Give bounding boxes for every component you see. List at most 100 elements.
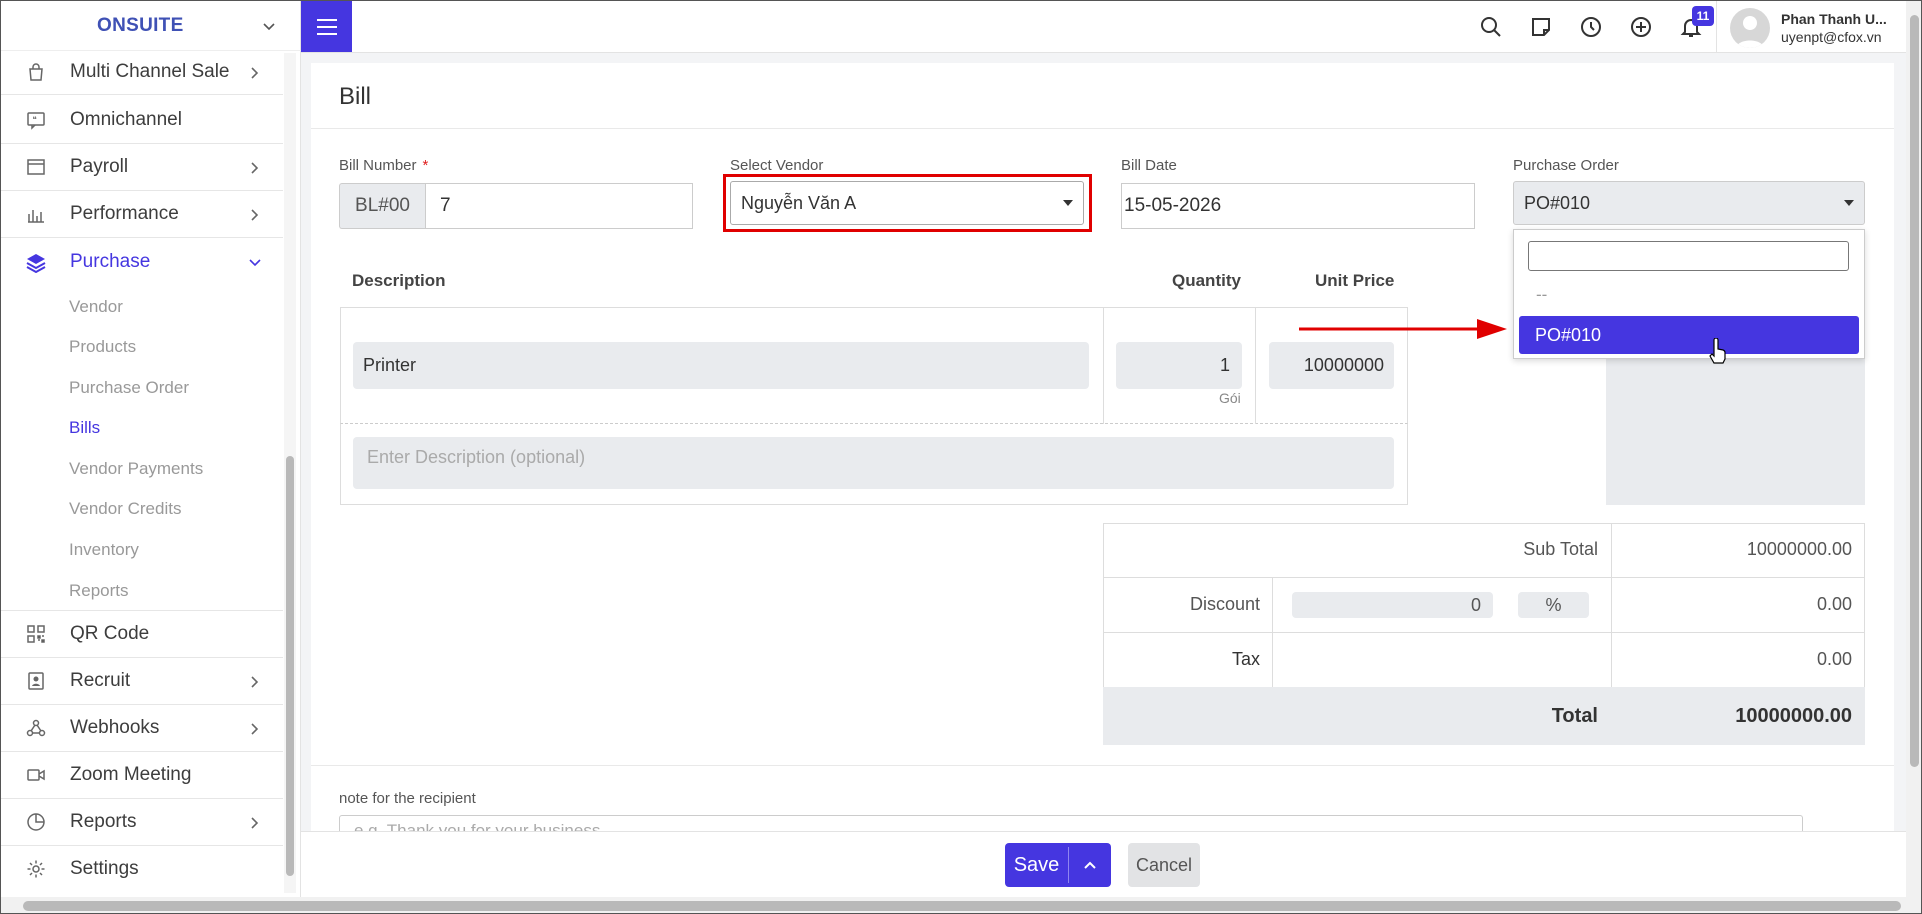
submenu-vendor[interactable]: Vendor (69, 297, 123, 317)
sidebar-item-label: Reports (70, 811, 137, 832)
divider (311, 128, 1894, 129)
divider (311, 765, 1894, 766)
avatar[interactable] (1730, 8, 1770, 48)
cancel-button[interactable]: Cancel (1128, 843, 1200, 887)
bar-chart-icon (25, 203, 47, 225)
dropdown-option-po[interactable]: PO#010 (1519, 316, 1859, 354)
sidebar-item-payroll[interactable]: Payroll (1, 144, 283, 191)
column-header-unit-price: Unit Price (1315, 271, 1395, 290)
sidebar-item-label: Recruit (70, 670, 131, 691)
chevron-down-icon[interactable] (261, 18, 277, 34)
clock-icon[interactable] (1580, 16, 1602, 38)
item-quantity-input[interactable]: 1 (1116, 342, 1242, 389)
horizontal-scroll-thumb[interactable] (23, 901, 1901, 911)
discount-input[interactable]: 0 (1292, 592, 1493, 618)
qr-code-icon (25, 623, 47, 645)
item-description-input[interactable]: Printer (353, 342, 1089, 389)
submenu-inventory[interactable]: Inventory (69, 540, 139, 560)
user-silhouette-icon (1736, 16, 1764, 48)
search-icon[interactable] (1480, 16, 1502, 38)
sidebar-item-label: Settings (70, 858, 139, 879)
sidebar-item-label: Zoom Meeting (70, 764, 192, 785)
user-name[interactable]: Phan Thanh U... (1781, 11, 1887, 27)
item-unit: Gói (1219, 390, 1241, 406)
cancel-button-label: Cancel (1135, 854, 1193, 875)
dropdown-option-label: PO#010 (1535, 324, 1602, 345)
sidebar-item-webhooks[interactable]: Webhooks (1, 705, 283, 752)
chevron-right-icon (251, 817, 259, 829)
chevron-up-icon (1084, 861, 1096, 869)
divider (1255, 307, 1256, 424)
divider (1103, 523, 1865, 524)
sidebar-item-recruit[interactable]: Recruit (1, 658, 283, 705)
sidebar-item-zoom-meeting[interactable]: Zoom Meeting (1, 752, 283, 799)
horizontal-scrollbar[interactable] (1, 897, 1921, 913)
bill-number-input[interactable]: 7 (425, 183, 693, 229)
divider (1103, 632, 1865, 633)
dropdown-option-none[interactable]: -- (1536, 285, 1547, 305)
note-placeholder: e.g. Thank you for your business (354, 821, 601, 831)
sidebar-item-label: Omnichannel (70, 109, 182, 130)
chevron-right-icon (251, 209, 259, 221)
total-label: Total (1551, 705, 1598, 727)
sidebar-scroll-thumb[interactable] (286, 456, 294, 876)
purchase-order-select[interactable]: PO#010 (1513, 181, 1865, 225)
submenu-purchase-order[interactable]: Purchase Order (69, 378, 189, 398)
divider (1103, 577, 1865, 578)
app-window: ONSUITE Multi Channel Sale ❝ Omnichannel… (0, 0, 1922, 914)
user-email: uyenpt@cfox.vn (1781, 29, 1882, 45)
total-value: 10000000.00 (1735, 705, 1852, 727)
menu-toggle-button[interactable] (301, 1, 352, 52)
tax-value: 0.00 (1816, 649, 1852, 669)
sidebar-item-multi-channel-sale[interactable]: Multi Channel Sale (1, 51, 283, 95)
note-icon[interactable] (1530, 16, 1552, 38)
discount-label: Discount (1189, 594, 1260, 614)
topbar (301, 1, 1906, 53)
brand-name: ONSUITE (97, 15, 184, 36)
save-button[interactable]: Save (1005, 843, 1111, 887)
bill-number-label: Bill Number * (339, 157, 428, 174)
layers-icon (25, 251, 47, 273)
sidebar-item-label: Purchase (70, 251, 151, 272)
notification-badge: 11 (1692, 6, 1714, 26)
vertical-scrollbar[interactable] (1906, 1, 1921, 897)
id-badge-icon (25, 670, 47, 692)
required-asterisk: * (422, 157, 429, 174)
plus-circle-icon[interactable] (1630, 16, 1652, 38)
sidebar-item-omnichannel[interactable]: ❝ Omnichannel (1, 97, 283, 144)
discount-value: 0.00 (1816, 594, 1852, 614)
sidebar-item-label: Payroll (70, 156, 129, 177)
submenu-vendor-credits[interactable]: Vendor Credits (69, 499, 181, 519)
item-unit-price-input[interactable]: 10000000 (1269, 342, 1394, 389)
hand-cursor-icon (1709, 338, 1726, 364)
window-icon (25, 156, 47, 178)
dropdown-search-input[interactable] (1528, 241, 1849, 271)
sidebar-item-reports[interactable]: Reports (1, 799, 283, 846)
vertical-scroll-thumb[interactable] (1910, 15, 1919, 767)
submenu-reports[interactable]: Reports (69, 581, 129, 601)
pie-chart-icon (25, 811, 47, 833)
item-description-textarea[interactable]: Enter Description (optional) (353, 437, 1394, 489)
chevron-right-icon (251, 723, 259, 735)
submenu-products[interactable]: Products (69, 337, 136, 357)
bill-number-label-text: Bill Number (339, 157, 417, 174)
note-input[interactable]: e.g. Thank you for your business (339, 815, 1803, 831)
discount-unit-select[interactable]: % (1518, 592, 1589, 618)
sidebar-item-label: Multi Channel Sale (70, 61, 230, 82)
sidebar-item-qr-code[interactable]: QR Code (1, 611, 283, 658)
hamburger-icon (316, 18, 337, 35)
sidebar-item-purchase[interactable]: Purchase (1, 239, 283, 286)
tax-label: Tax (1231, 649, 1260, 669)
bill-number-prefix: BL#00 (339, 183, 425, 229)
video-camera-icon (25, 764, 47, 786)
divider (1716, 1, 1717, 53)
submenu-vendor-payments[interactable]: Vendor Payments (69, 459, 203, 479)
submenu-bills[interactable]: Bills (69, 418, 100, 438)
sidebar-item-settings[interactable]: Settings (1, 846, 283, 893)
shopping-bag-icon (25, 61, 47, 83)
bill-date-input[interactable]: 15-05-2026 (1121, 183, 1475, 229)
brand-header[interactable]: ONSUITE (1, 1, 301, 51)
note-label: note for the recipient (339, 790, 476, 807)
sidebar-item-performance[interactable]: Performance (1, 191, 283, 238)
save-options-toggle[interactable] (1069, 843, 1111, 887)
